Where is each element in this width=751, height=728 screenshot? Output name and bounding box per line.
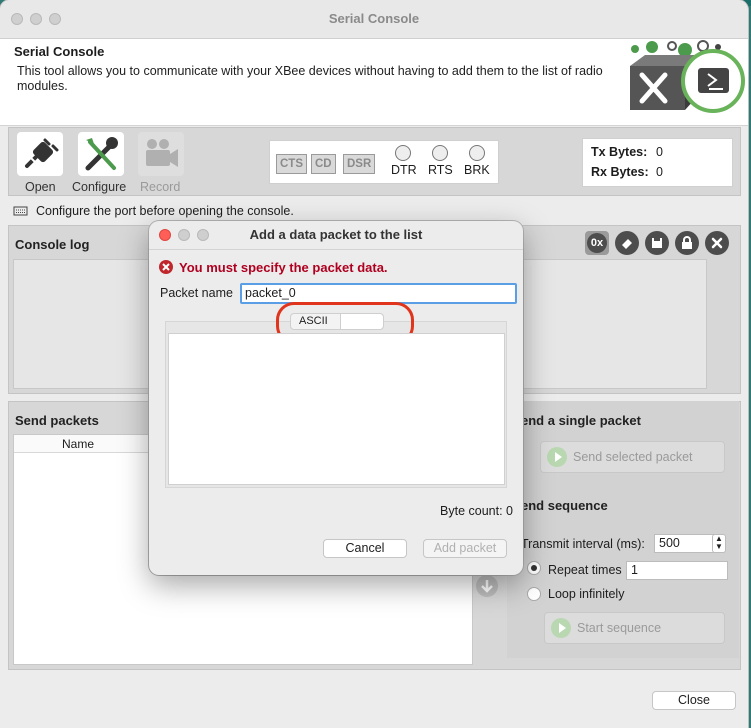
byte-count: Byte count: 0 bbox=[440, 504, 513, 518]
serial-console-logo-icon bbox=[630, 40, 745, 113]
header-description: This tool allows you to communicate with… bbox=[17, 64, 603, 93]
column-header-name[interactable]: Name bbox=[62, 437, 94, 451]
brk-label: BRK bbox=[464, 163, 490, 177]
close-icon bbox=[711, 237, 723, 249]
rx-bytes-value: 0 bbox=[656, 165, 663, 179]
eraser-icon bbox=[622, 239, 632, 249]
transmit-interval-label: Transmit interval (ms): bbox=[521, 537, 645, 551]
play-icon bbox=[551, 618, 571, 638]
repeat-times-label: Repeat times bbox=[548, 563, 622, 577]
arrow-down-icon bbox=[481, 580, 493, 593]
packet-data-textarea[interactable] bbox=[168, 333, 505, 485]
window-title: Serial Console bbox=[328, 11, 420, 26]
save-icon bbox=[652, 238, 662, 248]
error-message: You must specify the packet data. bbox=[179, 260, 388, 275]
hex-icon: 0x bbox=[587, 233, 607, 253]
send-packets-title: Send packets bbox=[15, 413, 99, 428]
packet-name-input[interactable]: packet_0 bbox=[240, 283, 517, 304]
packet-name-label: Packet name bbox=[160, 286, 233, 300]
interval-stepper[interactable]: ▲ ▼ bbox=[712, 534, 726, 553]
send-sequence-title: end sequence bbox=[521, 498, 608, 513]
window-titlebar: Serial Console bbox=[0, 0, 748, 39]
status-message: Configure the port before opening the co… bbox=[36, 204, 294, 218]
add-packet-button[interactable]: Add packet bbox=[423, 539, 507, 558]
console-log-title: Console log bbox=[15, 237, 90, 252]
close-button[interactable]: Close bbox=[652, 691, 736, 710]
clear-console-button[interactable] bbox=[615, 231, 639, 255]
rts-toggle[interactable] bbox=[432, 145, 448, 161]
video-camera-icon bbox=[146, 139, 178, 167]
rts-label: RTS bbox=[428, 163, 453, 177]
configure-label: Configure bbox=[72, 180, 127, 194]
lock-icon bbox=[682, 236, 692, 249]
play-icon bbox=[547, 447, 567, 467]
send-single-title: end a single packet bbox=[521, 413, 641, 428]
plug-icon bbox=[25, 138, 59, 168]
repeat-times-input[interactable]: 1 bbox=[626, 561, 728, 580]
close-console-button[interactable] bbox=[705, 231, 729, 255]
dialog-title: Add a data packet to the list bbox=[249, 227, 423, 242]
keyboard-icon bbox=[13, 206, 28, 216]
dtr-label: DTR bbox=[391, 163, 417, 177]
dsr-indicator: DSR bbox=[343, 154, 376, 174]
header-title: Serial Console bbox=[14, 44, 105, 59]
move-down-button[interactable] bbox=[476, 575, 498, 597]
repeat-times-radio[interactable] bbox=[527, 561, 541, 575]
rx-bytes-label: Rx Bytes: bbox=[591, 165, 649, 179]
tools-icon bbox=[85, 137, 118, 171]
save-console-button[interactable] bbox=[645, 231, 669, 255]
tx-bytes-label: Tx Bytes: bbox=[591, 145, 648, 159]
transmit-interval-input[interactable]: 500 bbox=[654, 534, 720, 553]
send-selected-packet-button[interactable]: Send selected packet bbox=[540, 441, 725, 473]
loop-infinitely-label: Loop infinitely bbox=[548, 587, 625, 601]
cancel-button[interactable]: Cancel bbox=[323, 539, 407, 558]
dtr-toggle[interactable] bbox=[395, 145, 411, 161]
start-sequence-button[interactable]: Start sequence bbox=[544, 612, 725, 644]
tx-bytes-value: 0 bbox=[656, 145, 663, 159]
dialog-titlebar: Add a data packet to the list bbox=[149, 221, 523, 250]
lock-console-button[interactable] bbox=[675, 231, 699, 255]
open-button[interactable] bbox=[17, 132, 63, 176]
open-label: Open bbox=[25, 180, 56, 194]
add-packet-dialog: Add a data packet to the list You must s… bbox=[149, 221, 523, 575]
record-label: Record bbox=[140, 180, 181, 194]
error-icon bbox=[159, 260, 173, 274]
configure-button[interactable] bbox=[78, 132, 124, 176]
brk-toggle[interactable] bbox=[469, 145, 485, 161]
hex-toggle-button[interactable]: 0x bbox=[585, 231, 609, 255]
cts-indicator: CTS bbox=[276, 154, 307, 174]
bytes-counter: Tx Bytes: 0 Rx Bytes: 0 bbox=[582, 138, 733, 187]
send-selected-packet-label: Send selected packet bbox=[573, 450, 693, 464]
cd-indicator: CD bbox=[311, 154, 336, 174]
start-sequence-label: Start sequence bbox=[577, 621, 662, 635]
header: Serial Console This tool allows you to c… bbox=[0, 39, 748, 126]
record-button[interactable] bbox=[138, 132, 184, 176]
loop-infinitely-radio[interactable] bbox=[527, 587, 541, 601]
